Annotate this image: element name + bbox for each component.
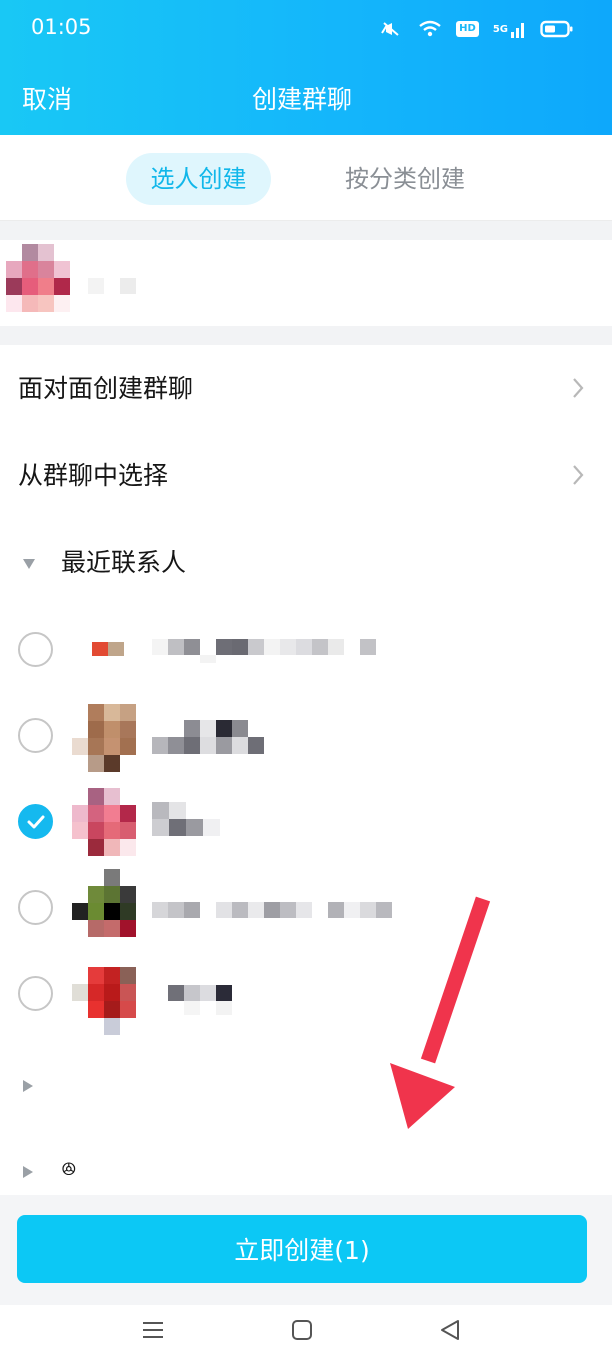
contact-row[interactable] <box>0 950 612 1036</box>
contact-checkbox[interactable] <box>18 632 53 667</box>
create-mode-tabs: 选人创建 按分类创建 <box>0 135 612 221</box>
contact-name-blur <box>152 639 376 663</box>
selected-members-strip <box>0 240 612 326</box>
contact-row[interactable] <box>0 778 612 864</box>
menu-face-to-face[interactable]: 面对面创建群聊 <box>0 346 612 432</box>
contact-avatar <box>92 642 124 656</box>
contact-avatar <box>72 704 136 772</box>
chevron-right-icon <box>573 378 584 398</box>
contact-checkbox[interactable] <box>18 718 53 753</box>
home-icon[interactable] <box>282 1315 322 1345</box>
triangle-right-icon <box>23 1080 33 1092</box>
contact-name-blur <box>152 720 280 754</box>
top-bar: 01:05 HD 5G 取消 创建群聊 <box>0 0 612 135</box>
triangle-right-icon <box>23 1166 33 1178</box>
section-divider <box>0 221 612 240</box>
contact-checkbox[interactable] <box>18 976 53 1011</box>
signal-icon: 5G <box>493 20 526 38</box>
recent-contacts-label: 最近联系人 <box>61 548 187 577</box>
menu-icon[interactable] <box>133 1315 173 1345</box>
page-title: 创建群聊 <box>251 85 352 114</box>
status-time: 01:05 <box>31 15 92 39</box>
annotation-arrow <box>390 896 491 1129</box>
menu-face-to-face-label: 面对面创建群聊 <box>18 374 194 403</box>
contact-row[interactable] <box>0 606 612 692</box>
menu-select-from-groups-label: 从群聊中选择 <box>18 461 169 490</box>
contact-avatar <box>72 869 136 937</box>
tab-select-people[interactable]: 选人创建 <box>126 153 271 205</box>
contact-avatar <box>72 788 136 856</box>
contact-row[interactable] <box>0 692 612 778</box>
mute-icon <box>378 19 404 39</box>
contact-checkbox[interactable] <box>18 804 53 839</box>
back-icon[interactable] <box>430 1315 470 1345</box>
battery-icon <box>540 19 574 39</box>
tab-by-category[interactable]: 按分类创建 <box>336 153 474 205</box>
network-type: 5G <box>492 23 508 35</box>
menu-select-from-groups[interactable]: 从群聊中选择 <box>0 433 612 519</box>
hd-badge: HD <box>456 21 479 37</box>
contact-avatar <box>72 967 136 1035</box>
triangle-down-icon <box>23 559 35 569</box>
checkmark-icon <box>27 815 45 829</box>
recent-contacts-header[interactable]: 最近联系人 <box>0 520 612 606</box>
collapsed-group-row[interactable] <box>0 1042 612 1128</box>
chevron-right-icon <box>573 465 584 485</box>
contact-name-blur <box>152 902 408 918</box>
status-icons: HD 5G <box>378 16 574 42</box>
contact-row[interactable] <box>0 864 612 950</box>
create-now-button[interactable]: 立即创建(1) <box>17 1215 587 1283</box>
contact-name-blur <box>152 985 248 1015</box>
contact-name-blur <box>152 802 220 836</box>
contact-checkbox[interactable] <box>18 890 53 925</box>
section-divider <box>0 326 612 345</box>
selected-avatar[interactable] <box>6 244 70 312</box>
wifi-icon <box>418 19 442 39</box>
selected-name-blur <box>88 278 136 294</box>
system-nav-bar <box>0 1305 612 1353</box>
